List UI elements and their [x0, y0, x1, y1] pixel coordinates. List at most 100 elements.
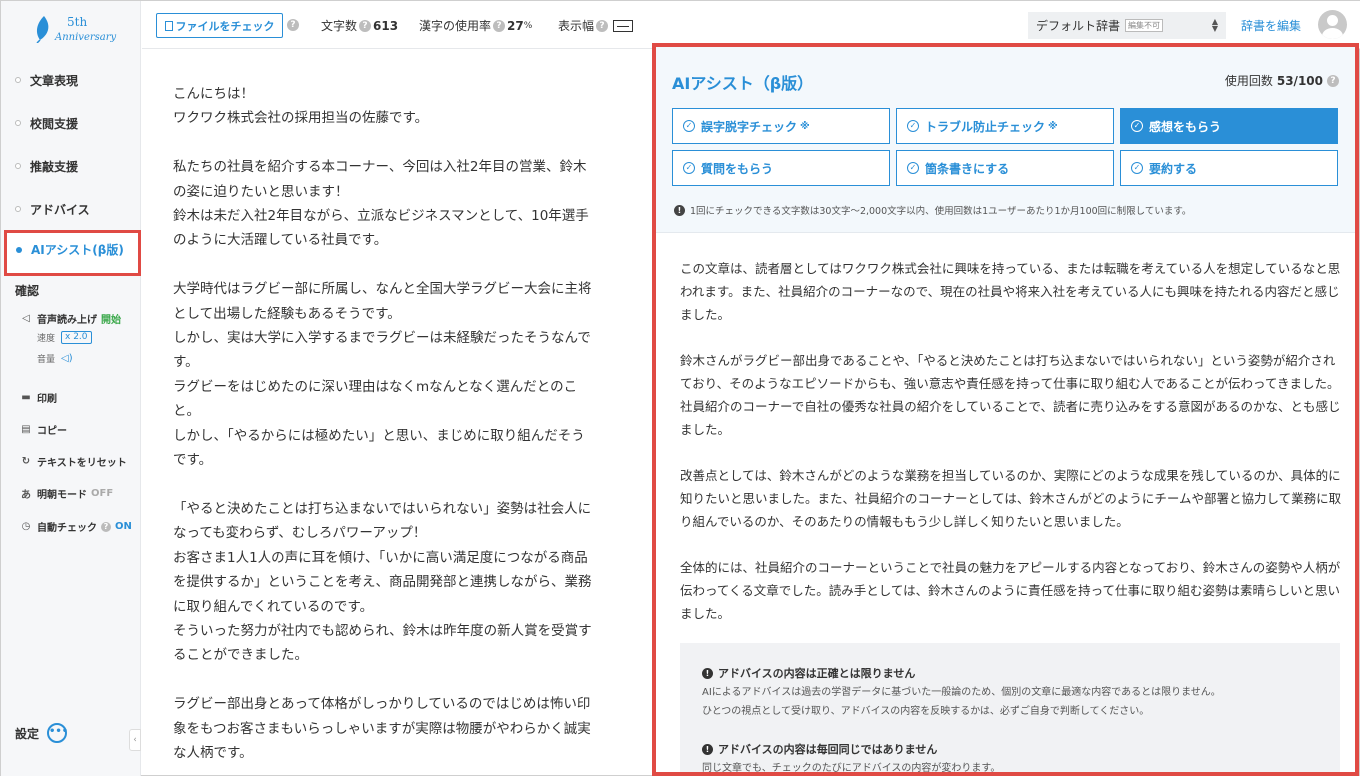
select-arrows-icon: ▲ ▼	[1211, 17, 1218, 33]
ai-title: AIアシスト（β版）	[672, 74, 814, 93]
width-label: 表示幅	[558, 19, 595, 33]
anniversary-logo[interactable]: 5th Anniversary	[33, 13, 116, 47]
help-icon[interactable]: ?	[287, 19, 299, 31]
print-label: 印刷	[37, 394, 57, 405]
auto-check-toggle[interactable]: ◷ 自動チェック ? ON	[21, 519, 132, 534]
disclaimer-title-text: アドバイスの内容は正確とは限りません	[718, 667, 916, 680]
get-impression-button[interactable]: ✓ 感想をもらう	[1120, 108, 1338, 144]
sidebar-item-kouetsu[interactable]: 校閲支援	[15, 113, 78, 133]
mincho-mode-toggle[interactable]: あ 明朝モード OFF	[21, 486, 113, 501]
auto-check-status: ON	[115, 521, 132, 532]
logo-number: 5th	[67, 15, 88, 29]
usage-note: ! 1回にチェックできる文字数は30文字〜2,000文字以内、使用回数は1ユーザ…	[674, 203, 1191, 217]
check-circle-icon: ✓	[683, 162, 695, 174]
disclaimer-title-text: アドバイスの内容は毎回同じではありません	[718, 743, 938, 756]
disclaimer-block: ! アドバイスの内容は毎回同じではありません 同じ文章でも、チェックのたびにアド…	[702, 741, 1318, 774]
trouble-check-button[interactable]: ✓ トラブル防止チェック ※	[896, 108, 1114, 144]
document-icon	[164, 20, 173, 31]
kanji-value: 27	[507, 18, 524, 33]
speed-selector[interactable]: x 2.0	[61, 331, 92, 344]
get-questions-button[interactable]: ✓ 質問をもらう	[672, 150, 890, 186]
sidebar-item-label: 文章表現	[30, 73, 79, 88]
exclamation-icon: !	[674, 204, 685, 216]
help-icon[interactable]: ?	[596, 19, 609, 32]
sidebar-item-bunsho[interactable]: 文章表現	[15, 70, 78, 90]
collapse-sidebar-icon[interactable]: ‹	[129, 729, 141, 751]
help-icon[interactable]: ?	[359, 19, 372, 32]
not-editable-badge: 編集不可	[1125, 19, 1164, 32]
help-icon[interactable]: ?	[493, 19, 506, 32]
edit-dictionary-link[interactable]: 辞書を編集	[1241, 17, 1301, 34]
summarize-button[interactable]: ✓ 要約する	[1120, 150, 1338, 186]
user-icon-body	[1322, 28, 1343, 39]
file-check-label: ファイルをチェック	[175, 19, 275, 33]
read-aloud-button[interactable]: ◁ 音声読み上げ 開始	[21, 311, 121, 326]
usage-value: 53/100	[1276, 73, 1323, 88]
speaker-icon: ◁	[22, 313, 30, 324]
copy-icon: ▤	[21, 424, 31, 435]
char-count-value: 613	[373, 18, 399, 33]
disclaimer-line: ひとつの視点として受け取り、アドバイスの内容を反映するかは、必ずご自身で判断して…	[702, 706, 1150, 717]
reset-label: テキストをリセット	[37, 458, 127, 469]
volume-icon[interactable]: ◁)	[61, 353, 73, 364]
bullet-icon	[15, 120, 21, 126]
disclaimer-text: AIによるアドバイスは過去の学習データに基づいた一般論のため、個別の文章に最適な…	[702, 683, 1318, 721]
button-label: 感想をもらう	[1149, 119, 1222, 134]
sidebar-item-label: 校閲支援	[30, 116, 79, 131]
reset-icon: ↻	[21, 456, 31, 467]
usage-note-text: 1回にチェックできる文字数は30文字〜2,000文字以内、使用回数は1ユーザーあ…	[690, 206, 1192, 217]
mincho-status: OFF	[91, 488, 114, 499]
more-icon[interactable]: •••	[47, 723, 68, 743]
printer-icon: ▬	[21, 392, 31, 403]
response-paragraph: この文章は、読者層としてはワクワク株式会社に興味を持っている、または転職を考えて…	[680, 261, 1341, 322]
exclamation-icon: !	[702, 667, 713, 679]
text-editor[interactable]: こんにちは！ ワクワク株式会社の採用担当の佐藤です。 私たちの社員を紹介する本コ…	[142, 50, 652, 776]
sidebar-item-advice[interactable]: アドバイス	[15, 199, 90, 219]
reset-text-button[interactable]: ↻ テキストをリセット	[21, 454, 127, 469]
kanji-unit: %	[523, 20, 533, 31]
top-toolbar: ファイルをチェック ? 文字数 ? 613 漢字の使用率 ? 27% 表示幅 ?…	[142, 1, 1360, 49]
typo-check-button[interactable]: ✓ 誤字脱字チェック ※	[672, 108, 890, 144]
check-circle-icon: ✓	[683, 120, 695, 132]
editor-text[interactable]: こんにちは！ ワクワク株式会社の採用担当の佐藤です。 私たちの社員を紹介する本コ…	[173, 82, 622, 765]
button-label: 要約する	[1149, 161, 1198, 176]
dictionary-select[interactable]: デフォルト辞書 編集不可 ▲ ▼	[1028, 12, 1226, 39]
check-circle-icon: ✓	[907, 162, 919, 174]
display-width-icon[interactable]	[613, 19, 634, 32]
copy-button[interactable]: ▤ コピー	[21, 422, 67, 437]
char-count-label: 文字数	[321, 19, 358, 33]
print-button[interactable]: ▬ 印刷	[21, 390, 57, 405]
speed-label: 速度	[37, 334, 56, 344]
disclaimer-title: ! アドバイスの内容は毎回同じではありません	[702, 741, 1318, 757]
settings-label: 設定	[15, 726, 40, 741]
read-aloud-start[interactable]: 開始	[101, 311, 121, 326]
check-circle-icon: ✓	[1131, 120, 1143, 132]
ai-response: この文章は、読者層としてはワクワク株式会社に興味を持っている、または転職を考えて…	[680, 257, 1342, 648]
disclaimer-text: 同じ文章でも、チェックのたびにアドバイスの内容が変わります。	[702, 759, 1318, 774]
leaf-logo-icon	[36, 16, 49, 43]
section-title-confirm: 確認	[15, 284, 40, 298]
auto-check-label: 自動チェック	[37, 523, 97, 534]
disclaimer-line: 同じ文章でも、チェックのたびにアドバイスの内容が変わります。	[702, 763, 1001, 774]
file-check-button[interactable]: ファイルをチェック	[156, 13, 283, 38]
disclaimer-title: ! アドバイスの内容は正確とは限りません	[702, 665, 1318, 681]
sidebar-item-suikou[interactable]: 推敲支援	[15, 156, 78, 176]
help-icon[interactable]: ?	[1327, 74, 1339, 87]
bullet-icon	[15, 206, 21, 212]
font-icon: あ	[21, 490, 31, 501]
bullet-icon	[16, 246, 22, 253]
display-width: 表示幅 ?	[558, 17, 634, 34]
bullet-list-button[interactable]: ✓ 箇条書きにする	[896, 150, 1114, 186]
disclaimer-box: ! アドバイスの内容は正確とは限りません AIによるアドバイスは過去の学習データ…	[680, 643, 1340, 774]
button-label: 誤字脱字チェック	[701, 119, 798, 134]
settings-button[interactable]: 設定 •••	[15, 723, 68, 743]
avatar[interactable]	[1318, 10, 1347, 39]
sidebar-item-ai-assist[interactable]: AIアシスト(β版)	[4, 230, 141, 276]
exclamation-icon: !	[702, 743, 713, 755]
help-icon[interactable]: ?	[101, 521, 111, 532]
char-count: 文字数 ? 613	[321, 17, 398, 34]
sidebar-item-label: AIアシスト(β版)	[31, 243, 124, 257]
note-mark: ※	[800, 120, 810, 132]
note-mark: ※	[1048, 120, 1058, 132]
kanji-label: 漢字の使用率	[419, 19, 492, 33]
